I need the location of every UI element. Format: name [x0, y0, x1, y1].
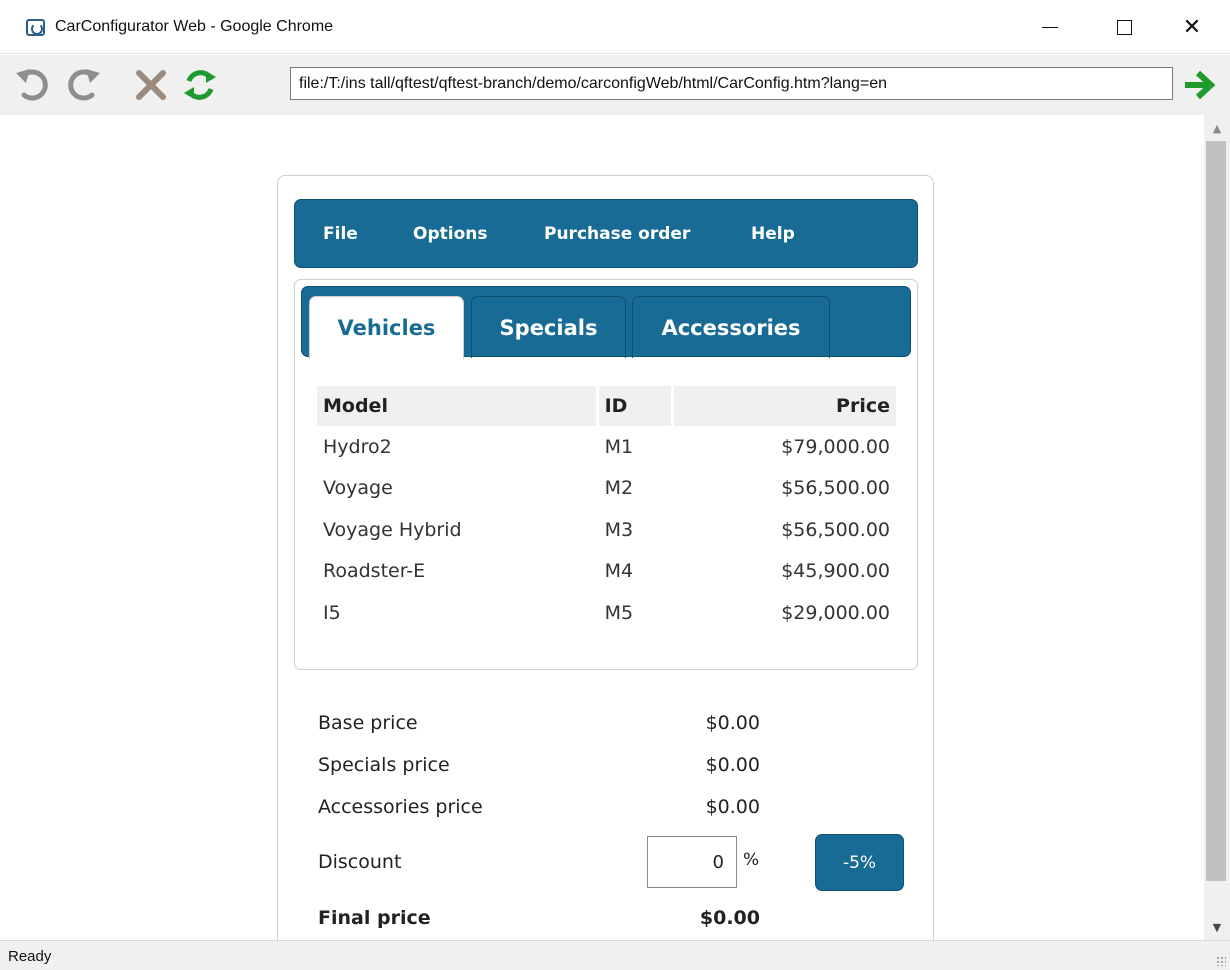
final-price-label: Final price: [318, 907, 431, 929]
vehicle-id: M5: [604, 601, 634, 624]
scroll-up-arrow-icon[interactable]: ▲: [1204, 115, 1230, 141]
table-row[interactable]: I5 M5 $29,000.00: [317, 592, 896, 634]
window-title: CarConfigurator Web - Google Chrome: [55, 18, 334, 35]
accessories-price-value: $0.00: [705, 796, 760, 818]
vehicle-model: Voyage: [323, 477, 393, 500]
vehicle-price: $79,000.00: [781, 435, 890, 458]
menu-help[interactable]: Help: [751, 224, 795, 244]
status-text: Ready: [8, 948, 52, 965]
discount-input[interactable]: [647, 836, 737, 888]
vehicle-price: $56,500.00: [781, 518, 890, 541]
vehicle-model: Voyage Hybrid: [323, 518, 462, 541]
base-price-value: $0.00: [705, 712, 760, 734]
table-header-row: Model ID Price: [317, 386, 896, 426]
percent-sign: %: [743, 850, 760, 870]
address-bar[interactable]: file:/T:/ins tall/qftest/qftest-branch/d…: [290, 67, 1173, 100]
tab-panel: Vehicles Specials Accessories Model ID P…: [294, 279, 918, 670]
discount-five-percent-button[interactable]: -5%: [815, 834, 904, 891]
table-row[interactable]: Voyage M2 $56,500.00: [317, 468, 896, 510]
undo-icon[interactable]: [12, 63, 56, 107]
specials-price-value: $0.00: [705, 754, 760, 776]
status-bar: Ready: [0, 940, 1230, 970]
vehicle-model: I5: [323, 601, 341, 624]
go-arrow-icon[interactable]: [1178, 65, 1222, 105]
tab-vehicles[interactable]: Vehicles: [309, 296, 464, 359]
close-button[interactable]: ✕: [1172, 12, 1212, 42]
minimize-button[interactable]: [1030, 12, 1070, 42]
table-row[interactable]: Roadster-E M4 $45,900.00: [317, 551, 896, 593]
column-header-id[interactable]: ID: [598, 386, 671, 426]
menu-purchase-order[interactable]: Purchase order: [544, 224, 690, 244]
vehicle-id: M2: [604, 477, 634, 500]
reload-icon[interactable]: [178, 63, 222, 107]
table-row[interactable]: Hydro2 M1 $79,000.00: [317, 426, 896, 468]
menu-file[interactable]: File: [323, 224, 358, 244]
vehicle-id: M3: [604, 518, 634, 541]
specials-price-label: Specials price: [318, 754, 450, 776]
stop-icon[interactable]: [129, 63, 173, 107]
vehicle-model: Roadster-E: [323, 560, 426, 583]
tab-strip: Vehicles Specials Accessories: [301, 286, 911, 359]
vehicle-price: $56,500.00: [781, 477, 890, 500]
scroll-down-arrow-icon[interactable]: ▼: [1204, 914, 1230, 940]
vehicle-id: M4: [604, 560, 634, 583]
table-row[interactable]: Voyage Hybrid M3 $56,500.00: [317, 509, 896, 551]
resize-grip-icon[interactable]: [1216, 956, 1226, 966]
column-header-model[interactable]: Model: [317, 386, 596, 426]
window-titlebar: CarConfigurator Web - Google Chrome ✕: [0, 0, 1230, 54]
vehicles-table: Model ID Price Hydro2 M1 $79,000.00 Voya…: [314, 386, 899, 634]
page-viewport: File Options Purchase order Help Vehicle…: [0, 115, 1204, 940]
vehicle-price: $45,900.00: [781, 560, 890, 583]
app-icon: [26, 19, 45, 36]
tab-specials[interactable]: Specials: [471, 296, 626, 358]
base-price-label: Base price: [318, 712, 418, 734]
discount-label: Discount: [318, 851, 402, 873]
browser-toolbar: file:/T:/ins tall/qftest/qftest-branch/d…: [0, 55, 1230, 115]
final-price-value: $0.00: [699, 907, 760, 929]
menu-options[interactable]: Options: [413, 224, 487, 244]
column-header-price[interactable]: Price: [673, 386, 896, 426]
redo-icon[interactable]: [60, 63, 104, 107]
maximize-button[interactable]: [1104, 12, 1144, 42]
vehicle-id: M1: [604, 435, 634, 458]
accessories-price-label: Accessories price: [318, 796, 483, 818]
scroll-thumb[interactable]: [1206, 141, 1226, 881]
configurator-card: File Options Purchase order Help Vehicle…: [277, 175, 934, 940]
vehicle-model: Hydro2: [323, 435, 392, 458]
menu-bar: File Options Purchase order Help: [294, 199, 918, 268]
vehicle-price: $29,000.00: [781, 601, 890, 624]
vertical-scrollbar[interactable]: ▲ ▼: [1204, 115, 1230, 940]
tab-accessories[interactable]: Accessories: [632, 296, 830, 358]
